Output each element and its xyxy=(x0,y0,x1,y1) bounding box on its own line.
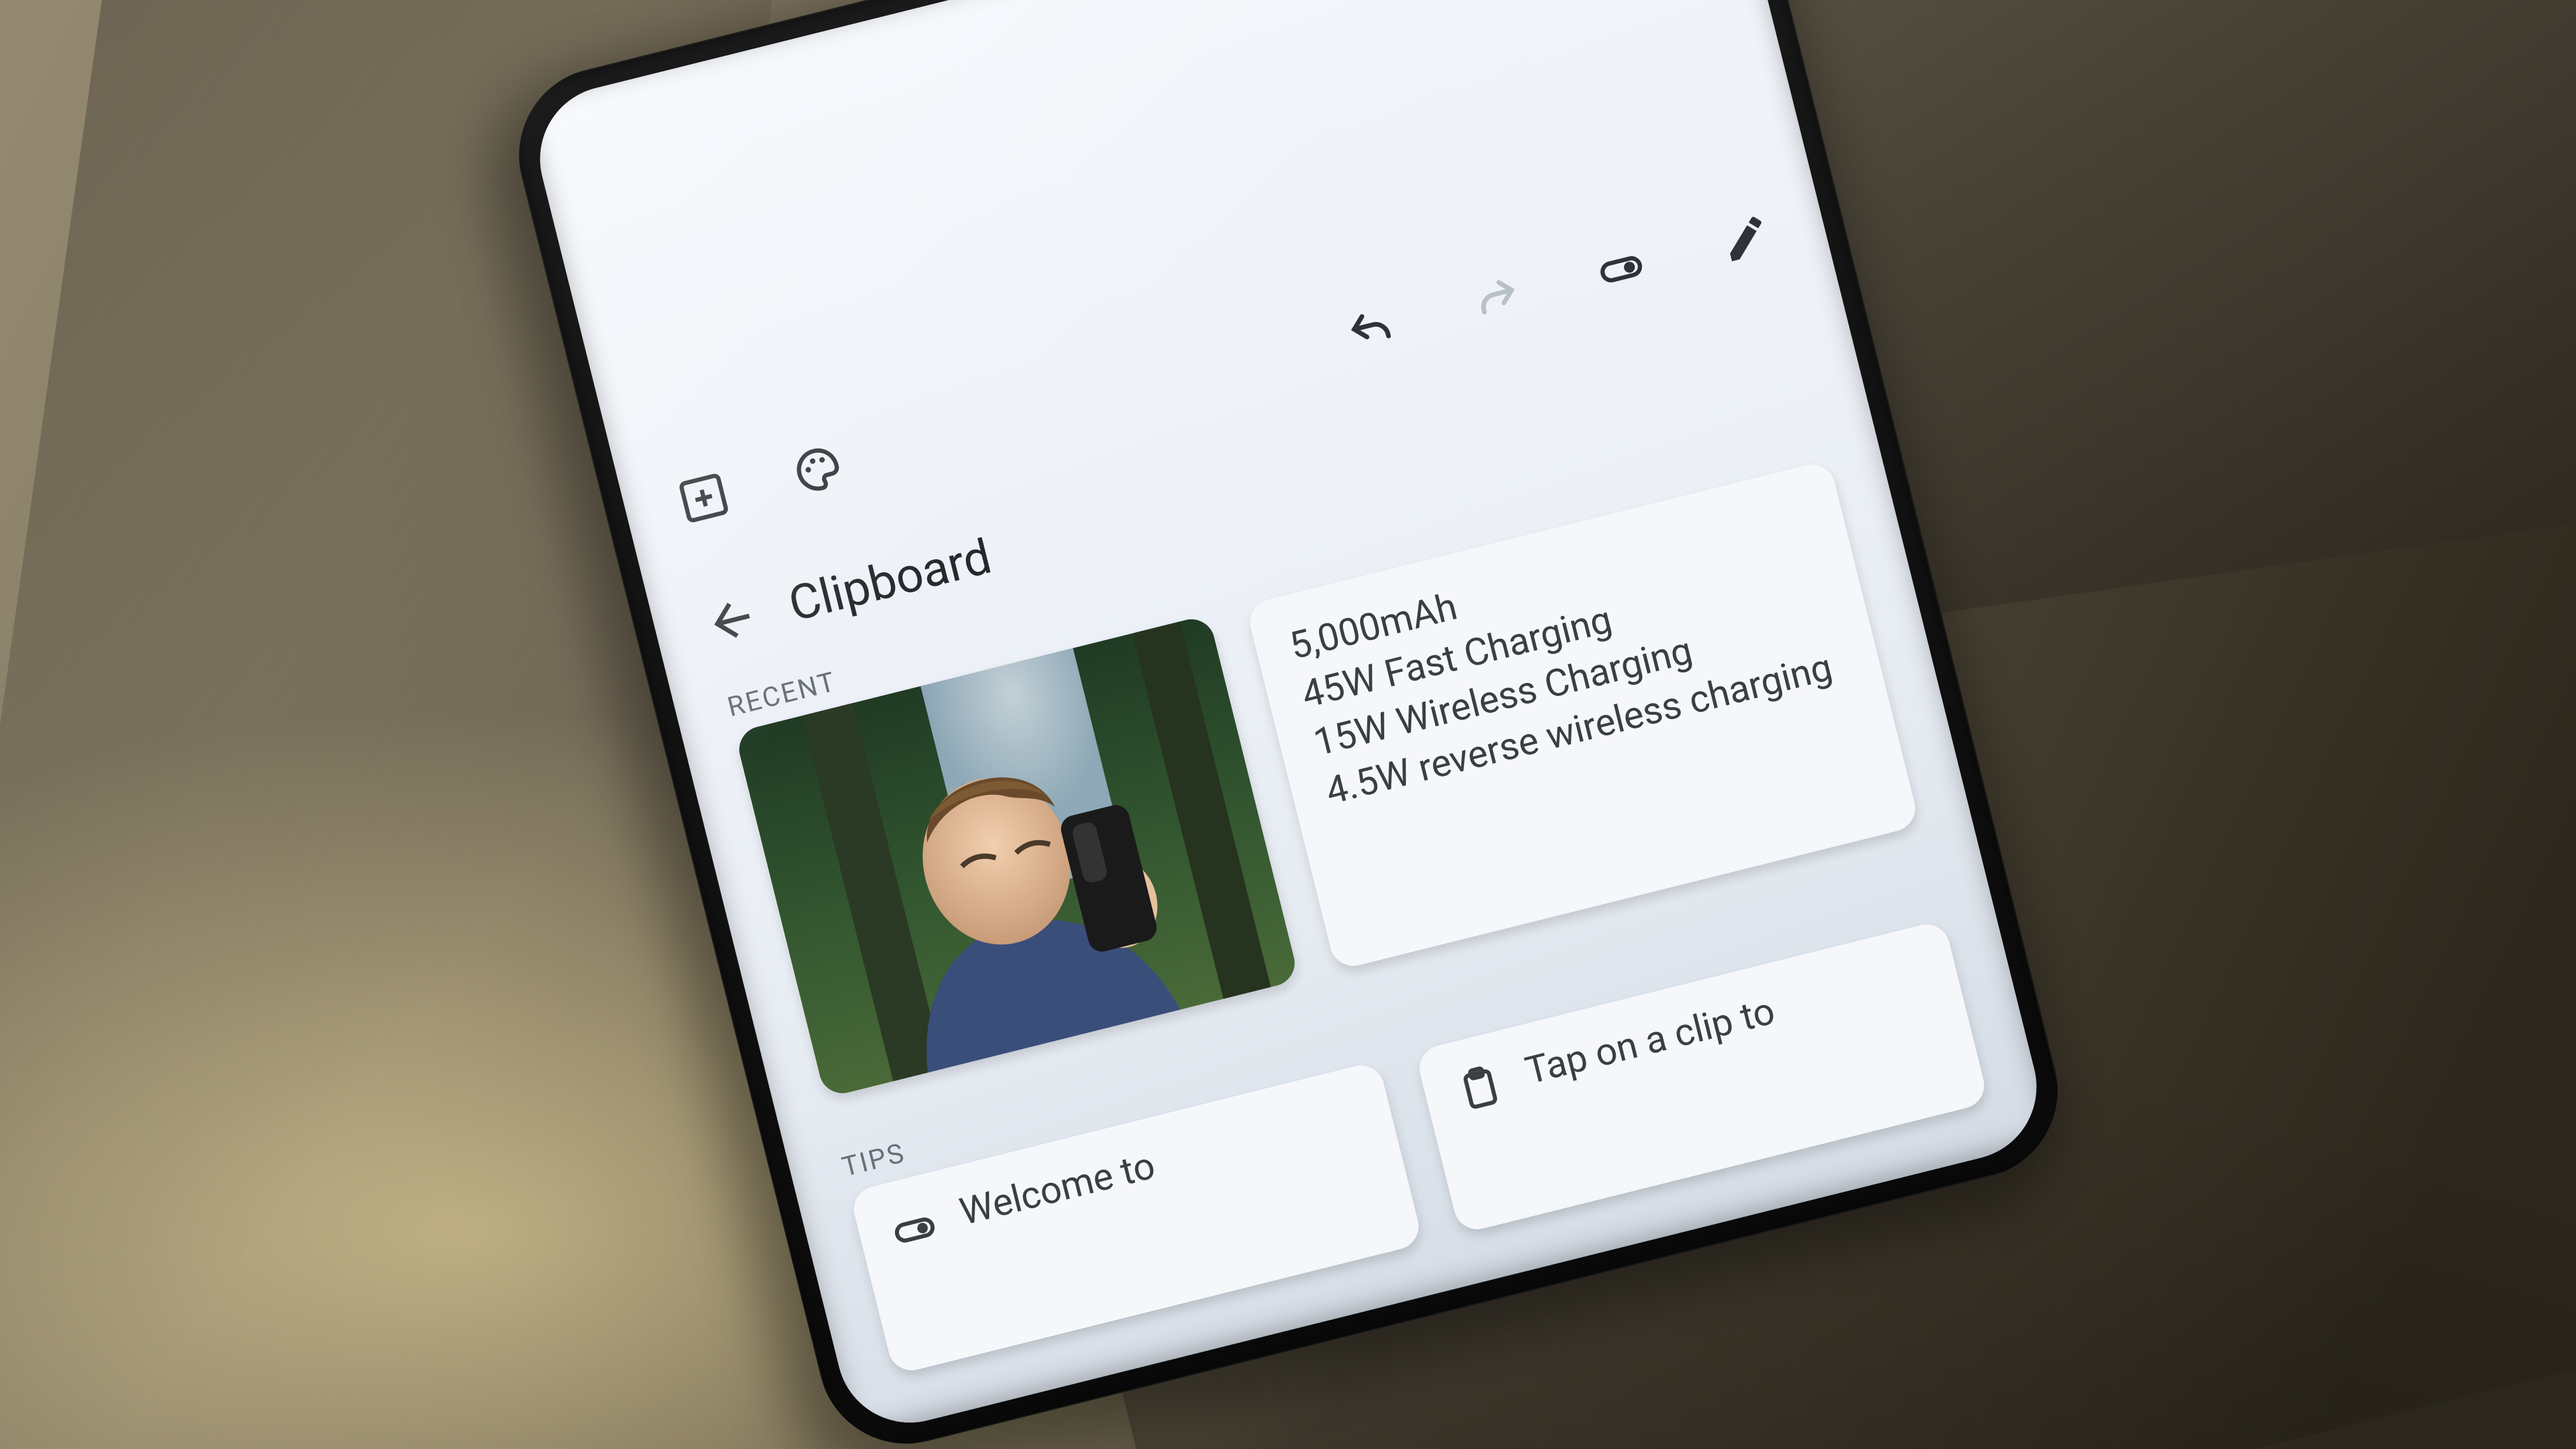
section-label-tips: TIPS xyxy=(838,1137,908,1183)
undo-icon xyxy=(1341,301,1403,362)
palette-button[interactable] xyxy=(782,434,853,505)
add-box-button[interactable] xyxy=(668,462,739,533)
toggle-button[interactable] xyxy=(1585,234,1656,305)
clipboard-icon xyxy=(1451,1060,1509,1118)
tip-card-welcome[interactable]: Welcome to xyxy=(848,1060,1423,1375)
toggle-icon xyxy=(1590,238,1652,300)
add-box-icon xyxy=(672,467,734,529)
edit-icon xyxy=(1715,207,1776,268)
recent-clip-text-content: 5,000mAh 45W Fast Charging 15W Wireless … xyxy=(1285,585,1836,814)
toggle-icon xyxy=(885,1201,943,1259)
tip-text: Welcome to xyxy=(955,1143,1159,1235)
undo-button[interactable] xyxy=(1336,296,1407,367)
palette-icon xyxy=(787,439,848,500)
redo-button[interactable] xyxy=(1461,264,1532,336)
tip-card-tap-clip[interactable]: Tap on a clip to xyxy=(1414,920,1989,1235)
tip-text: Tap on a clip to xyxy=(1521,989,1779,1093)
arrow-back-icon xyxy=(699,588,765,654)
edit-button[interactable] xyxy=(1710,203,1781,274)
clipboard-title: Clipboard xyxy=(783,529,997,634)
recent-clip-text[interactable]: 5,000mAh 45W Fast Charging 15W Wireless … xyxy=(1245,460,1919,971)
redo-icon xyxy=(1466,270,1527,331)
back-button[interactable] xyxy=(699,588,765,654)
environment-desk: Clipboard RECENT xyxy=(0,0,2576,1449)
